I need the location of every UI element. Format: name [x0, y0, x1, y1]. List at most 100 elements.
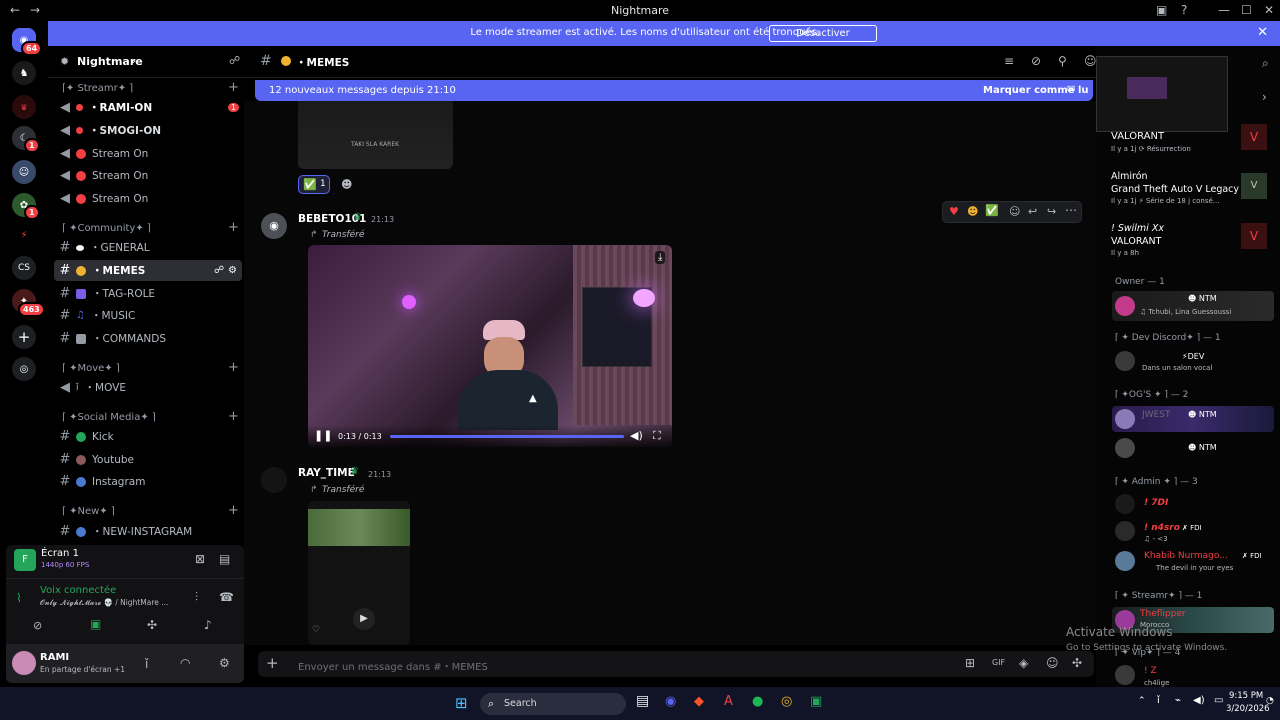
add-channel-icon[interactable]: +	[228, 360, 239, 375]
server-icon[interactable]: ☾ 1	[12, 126, 40, 153]
invite-icon[interactable]: ☍	[214, 265, 224, 276]
notification-icon[interactable]: ◔	[1266, 696, 1274, 706]
add-reaction-icon[interactable]: ☺	[1009, 205, 1020, 218]
channel-stream-on[interactable]: ◀ Stream On	[54, 165, 242, 186]
close-icon[interactable]: ✕	[1264, 3, 1274, 17]
windows-start-icon[interactable]: ⊞	[455, 694, 468, 712]
volume-icon[interactable]: ◀)	[630, 429, 643, 442]
stream-settings-icon[interactable]: ▤	[219, 552, 230, 566]
channel-youtube[interactable]: # Youtube	[54, 449, 242, 470]
screen-share-icon[interactable]: ▣	[90, 617, 101, 631]
laugh-reaction-icon[interactable]: ☻	[967, 205, 978, 218]
volume-icon[interactable]: ◀)	[1193, 695, 1205, 706]
more-icon[interactable]: ⋯	[1065, 203, 1077, 217]
avatar[interactable]	[1115, 665, 1135, 685]
avatar[interactable]	[1115, 551, 1135, 571]
inbox-icon[interactable]: ▣	[1156, 3, 1167, 17]
add-attachment-icon[interactable]: +	[266, 654, 279, 672]
gif-icon[interactable]: GIF	[992, 658, 1005, 667]
channel-stream-on[interactable]: ◀ Stream On	[54, 143, 242, 164]
message-author[interactable]: RAY_TIME	[298, 467, 355, 479]
check-reaction-icon[interactable]: ✅	[985, 204, 999, 217]
add-channel-icon[interactable]: +	[228, 220, 239, 235]
search-icon[interactable]: ⌕	[1262, 56, 1269, 71]
avatar[interactable]	[1115, 438, 1135, 458]
signal-icon[interactable]: ⌇	[16, 591, 22, 605]
avatar[interactable]	[12, 651, 36, 675]
member-name[interactable]: ! 7DI	[1144, 498, 1168, 508]
category-community[interactable]: ⌈ ✦Community✦ ⌉	[62, 223, 151, 234]
reaction[interactable]: ✅ 1	[298, 175, 330, 194]
avatar[interactable]	[1115, 521, 1135, 541]
close-banner-icon[interactable]: ✕	[1257, 25, 1268, 40]
headphones-icon[interactable]: ◠	[180, 656, 190, 670]
channel-tag-role[interactable]: # ・TAG-ROLE	[54, 283, 242, 304]
discord-icon[interactable]: ◉	[665, 694, 676, 709]
message-composer[interactable]: + Envoyer un message dans #・MEMES ⊞ GIF …	[258, 651, 1094, 677]
voice-status[interactable]: Voix connectée	[40, 585, 116, 596]
avatar[interactable]	[1115, 494, 1135, 514]
avatar[interactable]	[1115, 351, 1135, 371]
pin-icon[interactable]: ⚲	[1058, 54, 1067, 68]
server-icon[interactable]: ✦ 463	[12, 289, 45, 317]
member-name[interactable]: ! Z	[1144, 666, 1157, 676]
channel-stream-on[interactable]: ◀ Stream On	[54, 188, 242, 209]
activity-user[interactable]: Almirón	[1111, 171, 1148, 182]
apps-icon[interactable]: ✣	[1072, 656, 1082, 670]
threads-icon[interactable]: ≡	[1004, 54, 1014, 68]
add-channel-icon[interactable]: +	[228, 503, 239, 518]
channel-general[interactable]: # ・GENERAL	[54, 237, 242, 258]
microphone-icon[interactable]: ǐ	[145, 657, 148, 671]
category-social-media[interactable]: ⌈ ✦Social Media✦ ⌉	[62, 412, 156, 423]
app-icon[interactable]: ▣	[810, 694, 822, 709]
brave-icon[interactable]: ◆	[694, 694, 704, 709]
clock-date[interactable]: 3/20/2026	[1226, 704, 1270, 714]
invite-icon[interactable]: ☍	[229, 54, 240, 67]
channel-rami-on[interactable]: ◀ ・RAMI-ON 1	[54, 97, 242, 118]
file-explorer-icon[interactable]: ▤	[636, 693, 649, 709]
network-icon[interactable]: ⌁	[1175, 695, 1181, 706]
discord-home-icon[interactable]: ◉ 64	[12, 28, 43, 56]
add-reaction-icon[interactable]: ☻	[341, 178, 352, 191]
video-progress-bar[interactable]	[390, 435, 624, 438]
category-move[interactable]: ⌈ ✦Move✦ ⌉	[62, 363, 120, 374]
activities-icon[interactable]: ✣	[147, 618, 157, 632]
new-messages-bar[interactable]: 12 nouveaux messages depuis 21:10 Marque…	[255, 80, 1093, 101]
taskbar-search[interactable]: ⌕ Search	[480, 693, 626, 715]
avatar[interactable]	[261, 467, 287, 493]
noise-icon[interactable]: ⫶	[195, 590, 198, 605]
channel-smogi-on[interactable]: ◀ ・SMOGI-ON	[54, 120, 242, 141]
member-name[interactable]: ! n4sro	[1144, 523, 1180, 533]
members-icon[interactable]: ☺	[1084, 54, 1097, 68]
member-og[interactable]: JWEST ☻ NTM	[1112, 406, 1274, 432]
chrome-icon[interactable]: ◎	[781, 694, 792, 709]
screen-preview[interactable]	[1096, 56, 1228, 132]
chevron-up-icon[interactable]: ⌃	[1138, 696, 1146, 706]
channel-kick[interactable]: # Kick	[54, 426, 242, 447]
category-streamr[interactable]: ⌈✦ Streamr✦ ⌉	[62, 83, 133, 94]
maximize-icon[interactable]: ☐	[1241, 3, 1252, 17]
help-icon[interactable]: ?	[1181, 3, 1187, 17]
activity-user[interactable]: ! Swilmi Xx	[1111, 223, 1164, 234]
server-icon[interactable]: ☺	[12, 160, 36, 184]
channel-memes[interactable]: # ・MEMES ☍ ⚙	[54, 260, 242, 281]
channel-move[interactable]: ◀ ǐ ・MOVE	[54, 377, 242, 398]
app-icon[interactable]: A	[724, 694, 733, 709]
forward-icon[interactable]: ↪	[1047, 205, 1056, 218]
add-channel-icon[interactable]: +	[228, 80, 239, 95]
mic-icon[interactable]: ǐ	[1157, 695, 1160, 706]
video-player[interactable]: ⤓ ❚❚ 0:13 / 0:13 ◀) ⛶	[308, 245, 672, 447]
stop-stream-icon[interactable]: ⊠	[195, 552, 205, 566]
minimize-icon[interactable]: —	[1218, 3, 1230, 17]
soundboard-icon[interactable]: ♪	[204, 618, 212, 632]
channel-commands[interactable]: # ・COMMANDS	[54, 328, 242, 349]
avatar[interactable]: ◉	[261, 213, 287, 239]
gear-icon[interactable]: ⚙	[228, 265, 237, 276]
sticker-icon[interactable]: ◈	[1019, 656, 1028, 670]
server-icon[interactable]: ⚡	[12, 223, 36, 247]
explore-icon[interactable]: ◎	[12, 357, 36, 381]
clock-time[interactable]: 9:15 PM	[1229, 691, 1263, 701]
gift-icon[interactable]: ⊞	[965, 656, 975, 670]
chevron-right-icon[interactable]: ›	[1262, 90, 1267, 104]
member-owner[interactable]: ☻ NTM ♫ Tchubi, Lina Guessoussi	[1112, 291, 1274, 321]
